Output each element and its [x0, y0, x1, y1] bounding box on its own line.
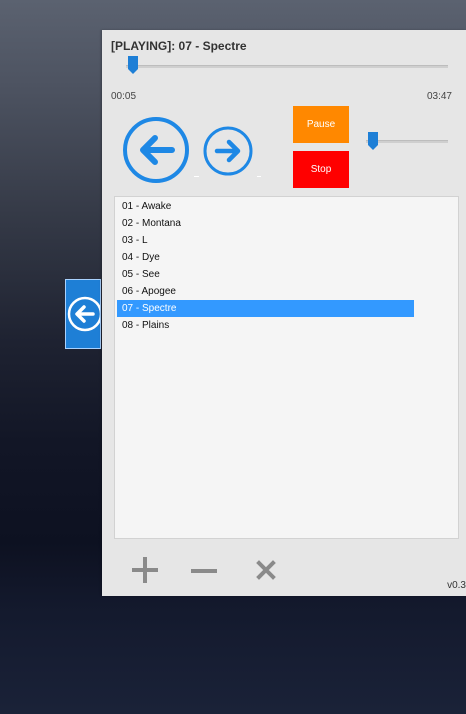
playlist-item[interactable]: 07 - Spectre [117, 300, 414, 317]
seek-thumb[interactable] [128, 56, 139, 74]
divider [194, 176, 199, 177]
arrow-left-circle-icon [67, 296, 100, 332]
volume-thumb[interactable] [367, 132, 378, 150]
now-playing-title: [PLAYING]: 07 - Spectre [111, 39, 247, 53]
close-icon [256, 560, 276, 580]
playlist-item[interactable]: 01 - Awake [117, 198, 414, 215]
playlist-item[interactable]: 08 - Plains [117, 317, 414, 334]
clear-playlist-button[interactable] [251, 555, 281, 585]
stop-button[interactable]: Stop [293, 151, 349, 188]
current-time: 00:05 [111, 91, 137, 102]
seek-bar[interactable] [126, 65, 448, 68]
music-player-window: [PLAYING]: 07 - Spectre 00:05 03:47 Paus… [102, 30, 466, 596]
pause-button[interactable]: Pause [293, 106, 349, 143]
previous-track-button[interactable] [122, 116, 190, 184]
playlist-item[interactable]: 02 - Montana [117, 215, 414, 232]
version-label: v0.3 [447, 580, 466, 591]
minus-icon [191, 569, 217, 573]
arrow-left-circle-icon [123, 117, 189, 183]
add-track-button[interactable] [130, 555, 160, 585]
playlist-item[interactable]: 03 - L [117, 232, 414, 249]
playlist-item[interactable]: 04 - Dye [117, 249, 414, 266]
divider [257, 176, 261, 177]
remove-track-button[interactable] [189, 555, 219, 585]
playlist[interactable]: 01 - Awake 02 - Montana 03 - L 04 - Dye 05 -… [114, 196, 459, 539]
collapse-panel-button[interactable] [65, 279, 101, 349]
playlist-item[interactable]: 05 - See [117, 266, 414, 283]
total-time: 03:47 [426, 91, 452, 102]
volume-slider[interactable] [366, 140, 448, 143]
next-track-button[interactable] [202, 125, 254, 177]
arrow-right-circle-icon [203, 126, 253, 176]
plus-icon [132, 557, 158, 583]
playlist-item[interactable]: 06 - Apogee [117, 283, 414, 300]
